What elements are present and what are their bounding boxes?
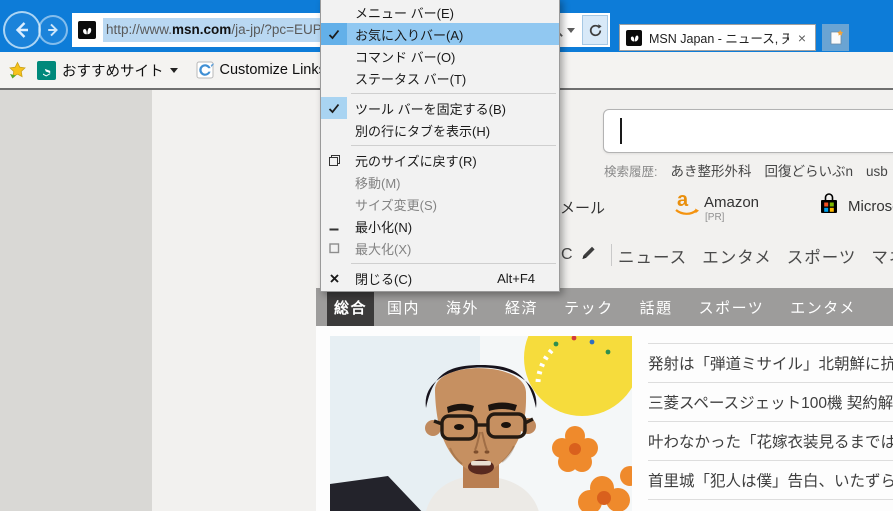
tab-title: MSN Japan - ニュース, 天気, ...: [649, 32, 789, 46]
browser-tab[interactable]: MSN Japan - ニュース, 天気, ... ×: [619, 24, 816, 51]
back-button[interactable]: [3, 11, 41, 49]
menu-item-move: 移動(M): [355, 175, 401, 191]
new-tab-icon: [830, 29, 843, 44]
weather-temp-suffix: C: [561, 246, 573, 263]
search-history: 検索履歴: あき整形外科 回復どらいぶn usb: [604, 160, 888, 180]
amazon-label: Amazon: [704, 194, 760, 211]
menu-item-restore[interactable]: 元のサイズに戻す(R): [321, 149, 559, 171]
check-icon: [321, 23, 347, 45]
menu-item-status-bar[interactable]: ステータス バー(T): [321, 67, 559, 89]
search-dropdown-caret-icon[interactable]: [567, 27, 575, 33]
history-item[interactable]: あき整形外科: [670, 160, 751, 180]
news-tab-entame[interactable]: エンタメ: [777, 288, 869, 326]
menu-separator: [321, 89, 559, 97]
headline-item[interactable]: 叶わなかった「花嫁衣装見るまでは」: [648, 421, 893, 460]
history-item[interactable]: 回復どらいぶn: [764, 160, 853, 180]
refresh-icon: [589, 23, 602, 36]
tab-favicon-icon: [626, 29, 642, 46]
menu-item-tabs-on-separate-row[interactable]: 別の行にタブを表示(H): [321, 119, 559, 141]
menu-item-menu-bar[interactable]: メニュー バー(E): [321, 1, 559, 23]
page-side-margin: [0, 90, 152, 511]
amazon-link[interactable]: a Amazon [PR]: [672, 188, 762, 228]
favorites-star-icon[interactable]: [8, 61, 27, 80]
amazon-logo-icon: a: [672, 188, 700, 223]
menu-item-maximize: 最大化(X): [321, 237, 559, 259]
forward-button[interactable]: [38, 15, 68, 45]
microsoft-store-link[interactable]: Microsoft: [818, 192, 893, 220]
pencil-icon[interactable]: [580, 244, 597, 266]
news-tab-keizai[interactable]: 経済: [492, 288, 551, 326]
check-icon: [321, 97, 347, 119]
search-history-label: 検索履歴:: [604, 165, 658, 179]
restore-icon: [321, 149, 347, 171]
news-tab-kokunai[interactable]: 国内: [374, 288, 433, 326]
news-tab-wadai[interactable]: 話題: [627, 288, 686, 326]
microsoft-store-icon: [818, 192, 840, 220]
new-tab-button[interactable]: [822, 24, 849, 51]
weather-widget: C: [561, 244, 612, 266]
menu-item-minimize[interactable]: 最小化(N): [321, 215, 559, 237]
news-tab-sogo[interactable]: 総合: [327, 288, 375, 326]
microsoft-label: Microsoft: [848, 197, 893, 215]
news-tab-tech[interactable]: テック: [551, 288, 627, 326]
news-category-tabs: 総合 国内 海外 経済 テック 話題 スポーツ エンタメ: [316, 288, 893, 326]
menu-separator: [321, 141, 559, 149]
text-caret: [620, 118, 622, 144]
menu-item-favorites-bar[interactable]: お気に入りバー(A): [321, 23, 559, 45]
back-arrow-icon: [15, 22, 28, 38]
top-navigation: ニュース エンタメ スポーツ マネー: [618, 244, 893, 268]
headline-item[interactable]: 発射は「弾道ミサイル」北朝鮮に抗議: [648, 343, 893, 382]
news-tab-sports[interactable]: スポーツ: [686, 288, 778, 326]
favorites-item-customize-links[interactable]: Customize Links: [220, 62, 326, 78]
menu-item-command-bar[interactable]: コマンド バー(O): [321, 45, 559, 67]
nav-link-money[interactable]: マネー: [871, 244, 893, 268]
headline-item[interactable]: 三菱スペースジェット100機 契約解消: [648, 382, 893, 421]
menu-item-lock-toolbars[interactable]: ツール バーを固定する(B): [321, 97, 559, 119]
menu-separator: [321, 259, 559, 267]
bing-icon[interactable]: [37, 60, 56, 80]
nav-link-sports[interactable]: スポーツ: [787, 244, 857, 268]
nav-link-news[interactable]: ニュース: [618, 244, 687, 268]
forward-arrow-icon: [48, 23, 58, 37]
headline-list: 発射は「弾道ミサイル」北朝鮮に抗議 三菱スペースジェット100機 契約解消 叶わ…: [648, 336, 893, 511]
menu-shortcut: Alt+F4: [497, 270, 535, 286]
minimize-icon: [321, 215, 347, 237]
context-menu: メニュー バー(E) お気に入りバー(A) コマンド バー(O) ステータス バ…: [320, 0, 560, 292]
favorites-item-suggested-sites[interactable]: おすすめサイト: [62, 60, 164, 81]
news-photo[interactable]: [330, 300, 640, 511]
mail-link[interactable]: メール: [560, 197, 605, 218]
maximize-icon: [321, 237, 347, 259]
tab-close-button[interactable]: ×: [789, 30, 815, 46]
history-item[interactable]: usb: [866, 164, 888, 179]
msn-favicon: [78, 21, 96, 39]
nav-link-entertainment[interactable]: エンタメ: [702, 244, 772, 268]
menu-item-size: サイズ変更(S): [355, 197, 437, 213]
pr-badge: [PR]: [705, 212, 725, 223]
suggested-sites-caret-icon[interactable]: [169, 67, 178, 73]
refresh-button[interactable]: [582, 15, 608, 45]
headline-item[interactable]: 首里城「犯人は僕」告白、いたずらか: [648, 460, 893, 499]
menu-item-close[interactable]: 閉じる(C) Alt+F4: [321, 267, 559, 289]
close-icon: [321, 267, 347, 289]
svg-text:a: a: [677, 189, 689, 211]
divider: [610, 244, 612, 266]
browser-window: http://www.msn.com/ja-jp/?pc=EUPP_UE0 MS…: [0, 0, 893, 511]
headline-item-partial[interactable]: 首里城再建へ支援広がる: [648, 499, 893, 511]
ie-icon: [196, 61, 214, 79]
news-tab-kaigai[interactable]: 海外: [433, 288, 492, 326]
search-input[interactable]: [603, 109, 893, 153]
